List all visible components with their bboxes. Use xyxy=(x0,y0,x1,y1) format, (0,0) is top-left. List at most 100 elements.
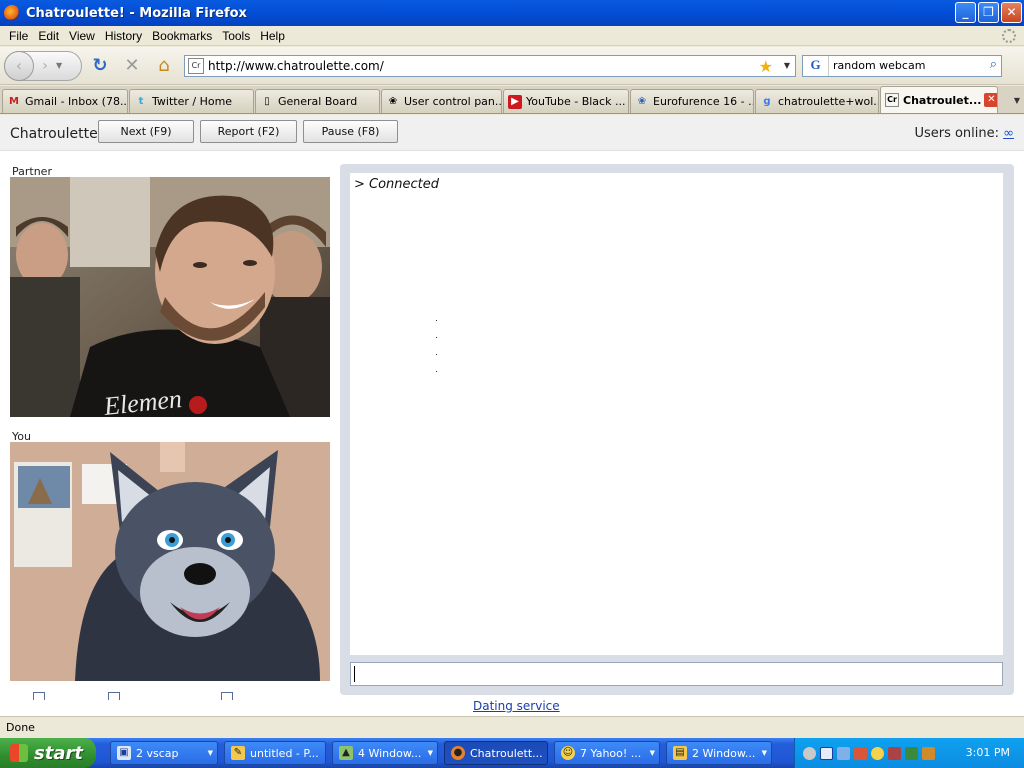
site-favicon: Cr xyxy=(188,57,204,74)
tab-label: chatroulette+wol... xyxy=(778,95,879,108)
webcam-icon[interactable] xyxy=(803,746,816,760)
menu-tools[interactable]: Tools xyxy=(217,29,255,43)
report-button[interactable]: Report (F2) xyxy=(200,120,297,143)
vscap-tray-icon[interactable] xyxy=(820,746,833,760)
taskbar-item-vscap[interactable]: ▣ 2 vscap ▼ xyxy=(110,741,218,765)
tab-twitter[interactable]: t Twitter / Home xyxy=(129,89,254,113)
taskbar-item-paint[interactable]: ✎ untitled - P... xyxy=(224,741,326,765)
tab-label: Twitter / Home xyxy=(152,95,233,108)
minimize-button[interactable]: _ xyxy=(955,2,976,23)
search-input[interactable]: random webcam xyxy=(833,59,925,72)
task-label: 2 vscap xyxy=(136,746,179,760)
tab-label: General Board xyxy=(278,95,358,108)
stop-button[interactable]: ✕ xyxy=(118,52,146,80)
tab-bar: M Gmail - Inbox (78... t Twitter / Home … xyxy=(0,86,1024,114)
windows-logo-icon xyxy=(10,744,28,762)
antivirus-icon[interactable] xyxy=(888,746,901,760)
address-input[interactable]: http://www.chatroulette.com/ xyxy=(208,59,384,73)
paw-icon: ❀ xyxy=(388,95,398,107)
close-button[interactable]: ✕ xyxy=(1001,2,1022,23)
taskbar-item-yahoo[interactable]: ☺ 7 Yahoo! ... ▼ xyxy=(554,741,660,765)
menu-bar: File Edit View History Bookmarks Tools H… xyxy=(0,26,1024,46)
tab-label: YouTube - Black ... xyxy=(526,95,626,108)
firefox-icon: ● xyxy=(451,746,465,760)
option-checkbox-1[interactable] xyxy=(33,692,45,700)
home-button[interactable]: ⌂ xyxy=(150,52,178,80)
task-label: 4 Window... xyxy=(358,746,422,760)
search-engine-icon[interactable]: G xyxy=(803,55,829,76)
clock[interactable]: 3:01 PM xyxy=(966,746,1010,759)
task-label: untitled - P... xyxy=(250,746,319,760)
navigation-toolbar: ‹ › ▼ ↻ ✕ ⌂ Cr http://www.chatroulette.c… xyxy=(0,47,1024,85)
tab-youtube[interactable]: ▶ YouTube - Black ... xyxy=(503,89,629,113)
next-button[interactable]: Next (F9) xyxy=(98,120,194,143)
dating-service-link[interactable]: Dating service xyxy=(473,699,560,713)
start-button[interactable]: start xyxy=(0,738,96,768)
taskbar-item-explorer[interactable]: ▤ 2 Window... ▼ xyxy=(666,741,772,765)
bookmark-star-icon[interactable]: ★ xyxy=(759,57,773,76)
page-icon: ▯ xyxy=(264,95,270,107)
forward-button[interactable]: › xyxy=(34,58,56,74)
tab-user-control-panel[interactable]: ❀ User control pan... xyxy=(381,89,502,113)
firefox-icon[interactable] xyxy=(4,5,20,21)
yahoo-messenger-icon: ☺ xyxy=(561,746,575,760)
tab-general-board[interactable]: ▯ General Board xyxy=(255,89,380,113)
group-dropdown-icon: ▼ xyxy=(427,749,433,757)
taskbar-item-windows-group[interactable]: ▲ 4 Window... ▼ xyxy=(332,741,438,765)
loading-dots xyxy=(436,320,440,388)
windows-group-icon: ▲ xyxy=(339,746,353,760)
tab-google-search[interactable]: g chatroulette+wol... xyxy=(755,89,879,113)
url-dropdown-icon[interactable]: ▼ xyxy=(784,61,790,70)
security-icon[interactable] xyxy=(854,746,867,760)
history-dropdown-icon[interactable]: ▼ xyxy=(56,61,62,70)
close-tab-icon[interactable]: ✕ xyxy=(984,93,997,107)
tab-eurofurence[interactable]: ❀ Eurofurence 16 - ... xyxy=(630,89,754,113)
menu-history[interactable]: History xyxy=(100,29,147,43)
chat-log: > Connected xyxy=(350,173,1003,655)
self-video xyxy=(10,442,330,681)
page-content: Chatroulette Next (F9) Report (F2) Pause… xyxy=(0,115,1024,716)
twitter-icon: t xyxy=(138,95,144,107)
throbber-icon xyxy=(1002,29,1016,43)
task-label: Chatroulett... xyxy=(470,746,543,760)
menu-help[interactable]: Help xyxy=(255,29,290,43)
status-bar: Done xyxy=(0,716,1024,738)
group-dropdown-icon: ▼ xyxy=(761,749,767,757)
taskbar-item-firefox[interactable]: ● Chatroulett... xyxy=(444,741,548,765)
task-label: 2 Window... xyxy=(692,746,756,760)
option-checkbox-2[interactable] xyxy=(108,692,120,700)
start-label: start xyxy=(34,742,83,764)
messenger-tray-icon[interactable] xyxy=(871,746,884,760)
tab-chatroulette[interactable]: Cr Chatroulet... ✕ xyxy=(880,86,998,113)
reload-button[interactable]: ↻ xyxy=(86,52,114,80)
users-online-link[interactable]: ∞ xyxy=(1003,126,1014,141)
group-dropdown-icon: ▼ xyxy=(649,749,655,757)
back-button[interactable]: ‹ xyxy=(4,50,34,81)
search-bar[interactable]: G random webcam ⌕ xyxy=(802,54,1002,77)
tab-gmail[interactable]: M Gmail - Inbox (78... xyxy=(2,89,128,113)
menu-edit[interactable]: Edit xyxy=(33,29,64,43)
chat-message: > Connected xyxy=(354,177,440,192)
site-brand: Chatroulette xyxy=(10,126,98,142)
menu-bookmarks[interactable]: Bookmarks xyxy=(147,29,217,43)
vscap-icon: ▣ xyxy=(117,746,131,760)
volume-icon[interactable] xyxy=(922,746,935,760)
status-text: Done xyxy=(6,721,35,734)
option-checkbox-3[interactable] xyxy=(221,692,233,700)
pause-button[interactable]: Pause (F8) xyxy=(303,120,398,143)
device-icon[interactable] xyxy=(905,746,918,760)
menu-file[interactable]: File xyxy=(4,29,33,43)
paint-icon: ✎ xyxy=(231,746,245,760)
search-icon[interactable]: ⌕ xyxy=(990,57,997,72)
chatroulette-favicon: Cr xyxy=(885,93,899,107)
network-icon[interactable] xyxy=(837,746,850,760)
menu-view[interactable]: View xyxy=(64,29,100,43)
tab-list-dropdown-icon[interactable]: ▼ xyxy=(1014,96,1020,105)
maximize-button[interactable]: ❒ xyxy=(978,2,999,23)
users-online-label: Users online: xyxy=(914,126,1000,141)
tab-label: Chatroulet... xyxy=(903,93,982,107)
window-titlebar: Chatroulette! - Mozilla Firefox _ ❒ ✕ xyxy=(0,0,1024,26)
back-forward-group: ‹ › ▼ xyxy=(4,50,82,81)
address-bar[interactable]: Cr http://www.chatroulette.com/ ★ ▼ xyxy=(184,54,796,77)
chat-input[interactable] xyxy=(350,662,1003,686)
